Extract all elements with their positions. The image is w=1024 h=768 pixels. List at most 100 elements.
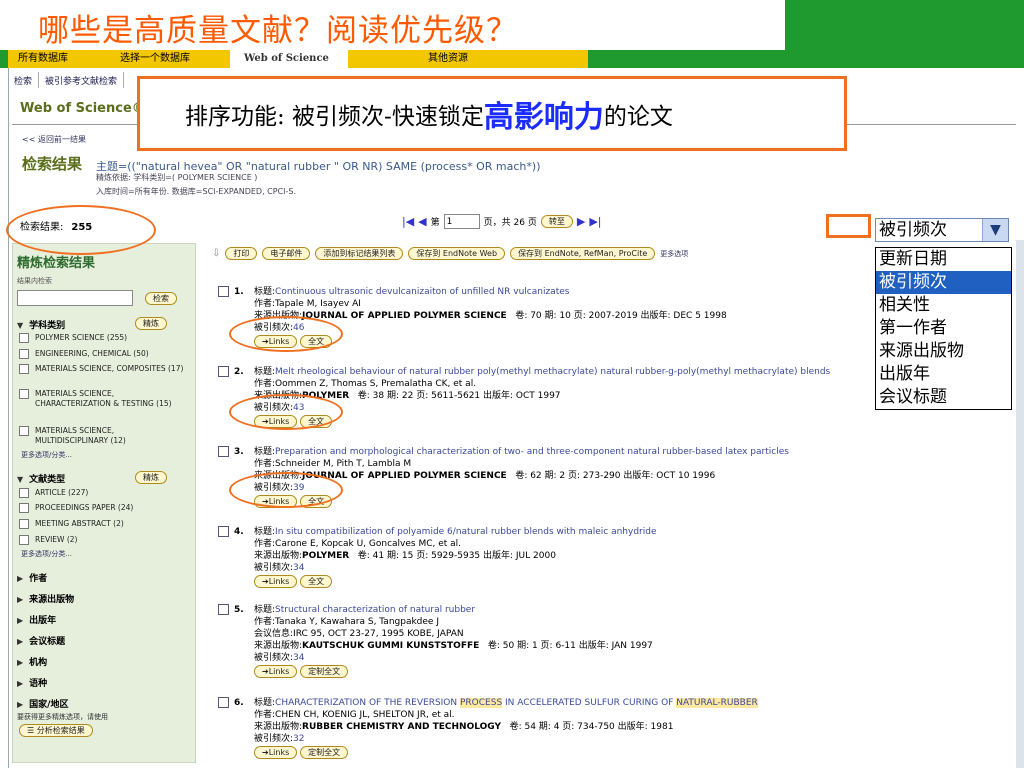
facet-checkbox[interactable]: MATERIALS SCIENCE, MULTIDISCIPLINARY (12… xyxy=(19,426,189,446)
result-checkbox[interactable] xyxy=(218,526,229,537)
fulltext-button[interactable]: 全文 xyxy=(300,575,333,588)
sort-option[interactable]: 更新日期 xyxy=(876,248,1011,271)
refine-button[interactable]: 精炼 xyxy=(135,471,167,484)
custom-fulltext-button[interactable]: 定制全文 xyxy=(300,665,349,678)
more-options-link[interactable]: 更多选项 xyxy=(660,249,688,259)
links-button[interactable]: ➔Links xyxy=(254,665,298,678)
sort-dropdown[interactable]: 被引频次 ▼ xyxy=(875,218,1009,242)
facet-conference[interactable]: ▶ 会议标题 xyxy=(17,634,65,647)
cited-count-link[interactable]: 34 xyxy=(293,563,304,573)
facet-checkbox[interactable]: ENGINEERING, CHEMICAL (50) xyxy=(19,349,189,359)
result-checkbox[interactable] xyxy=(218,446,229,457)
links-button[interactable]: ➔Links xyxy=(254,575,298,588)
go-button[interactable]: 转至 xyxy=(540,215,573,228)
custom-fulltext-button[interactable]: 定制全文 xyxy=(300,746,349,759)
save-endnote-web-button[interactable]: 保存到 EndNote Web xyxy=(408,247,506,260)
sort-option[interactable]: 相关性 xyxy=(876,294,1011,317)
facet-checkbox[interactable]: REVIEW (2) xyxy=(19,535,189,545)
result-title-link[interactable]: CHARACTERIZATION OF THE REVERSION PROCES… xyxy=(275,698,758,708)
sort-option[interactable]: 来源出版物 xyxy=(876,340,1011,363)
more-options-link[interactable]: 更多选项/分类... xyxy=(21,450,72,460)
results-title: 检索结果 xyxy=(22,155,83,173)
last-page-icon[interactable]: ▶| xyxy=(589,215,601,228)
cited-highlight-oval xyxy=(229,472,343,508)
first-page-icon[interactable]: |◀ xyxy=(402,215,414,228)
sort-option[interactable]: 出版年 xyxy=(876,363,1011,386)
more-options-link[interactable]: 更多选项/分类... xyxy=(21,549,72,559)
page-input[interactable] xyxy=(443,214,480,229)
checkbox-icon[interactable] xyxy=(19,519,29,529)
result-title-link[interactable]: Preparation and morphological characteri… xyxy=(275,447,789,457)
result-number: 5. xyxy=(234,605,244,615)
expand-icon: ▼ xyxy=(17,321,24,330)
result-number: 3. xyxy=(234,447,244,457)
sort-option[interactable]: 会议标题 xyxy=(876,386,1011,409)
facet-checkbox[interactable]: ARTICLE (227) xyxy=(19,488,189,498)
tab-select-database[interactable]: 选择一个数据库 xyxy=(110,50,230,68)
result-title-link[interactable]: In situ compatibilization of polyamide 6… xyxy=(275,527,656,537)
doctype-section[interactable]: ▼ 文献类型 精炼 xyxy=(17,471,167,485)
facet-year[interactable]: ▶ 出版年 xyxy=(17,613,56,626)
facet-org[interactable]: ▶ 机构 xyxy=(17,655,47,668)
result-checkbox[interactable] xyxy=(218,366,229,377)
search-within-button[interactable]: 检索 xyxy=(145,292,177,305)
cited-count-link[interactable]: 32 xyxy=(293,734,304,744)
facet-checkbox[interactable]: MATERIALS SCIENCE, CHARACTERIZATION & TE… xyxy=(19,389,189,409)
slide-title: 哪些是高质量文献？阅读优先级？ xyxy=(0,0,785,50)
cited-count-link[interactable]: 34 xyxy=(293,653,304,663)
search-within-input[interactable] xyxy=(17,290,133,306)
result-source: POLYMER xyxy=(302,551,350,561)
save-endnote-button[interactable]: 保存到 EndNote, RefMan, ProCite xyxy=(510,247,656,260)
checkbox-icon[interactable] xyxy=(19,333,29,343)
checkbox-icon[interactable] xyxy=(19,426,29,436)
result-title-link[interactable]: Melt rheological behaviour of natural ru… xyxy=(275,367,830,377)
subnav-search[interactable]: 检索 xyxy=(8,72,40,88)
subject-section[interactable]: ▼ 学科类别 精炼 xyxy=(17,317,167,331)
result-title-link[interactable]: Structural characterization of natural r… xyxy=(275,605,475,615)
checkbox-icon[interactable] xyxy=(19,349,29,359)
tab-all-databases[interactable]: 所有数据库 xyxy=(8,50,110,68)
links-button[interactable]: ➔Links xyxy=(254,746,298,759)
facet-language[interactable]: ▶ 语种 xyxy=(17,676,47,689)
next-page-icon[interactable]: ▶ xyxy=(577,215,585,228)
result-checkbox[interactable] xyxy=(218,604,229,615)
sort-option[interactable]: 被引频次 xyxy=(876,271,1011,294)
checkbox-icon[interactable] xyxy=(19,389,29,399)
analyze-results-button[interactable]: ☰ 分析检索结果 xyxy=(19,724,93,737)
result-checkbox[interactable] xyxy=(218,286,229,297)
count-highlight-oval xyxy=(6,205,156,255)
result-number: 2. xyxy=(234,367,244,377)
result-title-link[interactable]: Continuous ultrasonic devulcanizaiton of… xyxy=(275,287,569,297)
chevron-down-icon[interactable]: ▼ xyxy=(982,219,1008,241)
subject-label: 学科类别 xyxy=(29,321,66,331)
facet-country[interactable]: ▶ 国家/地区 xyxy=(17,697,68,710)
print-button[interactable]: 打印 xyxy=(225,247,258,260)
email-button[interactable]: 电子邮件 xyxy=(262,247,311,260)
checkbox-icon[interactable] xyxy=(19,364,29,374)
scrollbar[interactable] xyxy=(1016,240,1024,768)
checkbox-icon[interactable] xyxy=(19,503,29,513)
facet-checkbox[interactable]: POLYMER SCIENCE (255) xyxy=(19,333,189,343)
facet-checkbox[interactable]: MEETING ABSTRACT (2) xyxy=(19,519,189,529)
facet-checkbox[interactable]: PROCEEDINGS PAPER (24) xyxy=(19,503,189,513)
facet-author[interactable]: ▶ 作者 xyxy=(17,571,47,584)
product-name: Web of Science® xyxy=(20,101,145,116)
subnav-cited-ref-search[interactable]: 被引参考文献检索 xyxy=(39,72,125,88)
result-checkbox[interactable] xyxy=(218,697,229,708)
sort-option[interactable]: 第一作者 xyxy=(876,317,1011,340)
refine-button[interactable]: 精炼 xyxy=(135,317,167,330)
tab-web-of-science[interactable]: Web of Science xyxy=(230,50,348,68)
page-suffix: 页，共 26 页 xyxy=(483,218,537,228)
prev-page-icon[interactable]: ◀ xyxy=(418,215,426,228)
tab-other-resources[interactable]: 其他资源 xyxy=(348,50,588,68)
checkbox-icon[interactable] xyxy=(19,535,29,545)
collapse-icon: ▶ xyxy=(17,658,24,667)
refine-sidebar: 精炼检索结果 结果内检索 检索 ▼ 学科类别 精炼 POLYMER SCIENCE … xyxy=(12,243,196,763)
facet-checkbox[interactable]: MATERIALS SCIENCE, COMPOSITES (17) xyxy=(19,364,189,374)
back-link[interactable]: << 返回前一结果 xyxy=(22,134,86,145)
toolbar: ⇩ 打印 电子邮件 添加到标记结果列表 保存到 EndNote Web 保存到 … xyxy=(212,247,688,260)
facet-source[interactable]: ▶ 来源出版物 xyxy=(17,592,74,605)
add-marked-button[interactable]: 添加到标记结果列表 xyxy=(315,247,404,260)
search-within-label: 结果内检索 xyxy=(17,277,52,285)
checkbox-icon[interactable] xyxy=(19,488,29,498)
